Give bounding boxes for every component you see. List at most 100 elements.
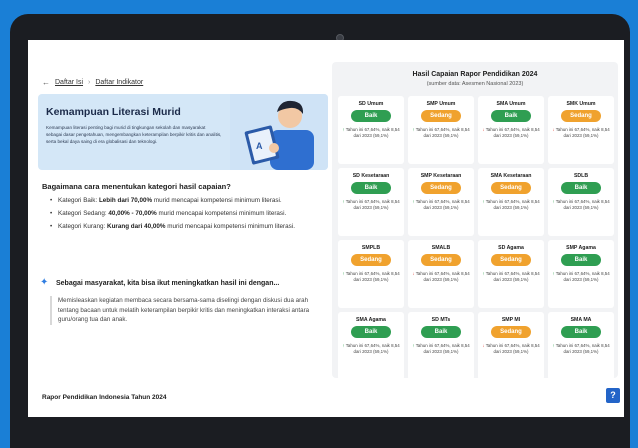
hero-title: Kemampuan Literasi Murid — [46, 106, 181, 118]
status-badge: Sedang — [421, 182, 461, 194]
result-card-note: ↑ Tahun ini 67,64%, naik 8,54 dari 2023 … — [551, 343, 611, 356]
category-list: Kategori Baik: Lebih dari 70,00% murid m… — [50, 196, 320, 235]
category-item-baik: Kategori Baik: Lebih dari 70,00% murid m… — [50, 196, 320, 205]
category-item-sedang: Kategori Sedang: 40,00% - 70,00% murid m… — [50, 209, 320, 218]
result-card[interactable]: SMPLB Sedang ↑ Tahun ini 67,64%, naik 8,54… — [338, 240, 404, 308]
result-card-name: SDLB — [573, 173, 589, 179]
result-card-name: SMPLB — [361, 245, 381, 251]
result-card[interactable]: SMALB Sedang ↓ Tahun ini 67,64%, naik 8,54… — [408, 240, 474, 308]
result-card[interactable]: SD Umum Baik ↑ Tahun ini 67,64%, naik 8,54… — [338, 96, 404, 164]
sparkle-icon: ✦ — [40, 277, 49, 288]
result-card-note: ↑ Tahun ini 67,64%, naik 8,54 dari 2023 … — [411, 127, 471, 140]
svg-text:A: A — [256, 141, 263, 151]
community-section-title: Sebagai masyarakat, kita bisa ikut menin… — [56, 279, 280, 287]
category-item-kurang: Kategori Kurang: Kurang dari 40,00% muri… — [50, 222, 320, 231]
result-card-note-text: Tahun ini 67,64%, naik 8,54 dari 2023 (5… — [485, 343, 540, 355]
result-card-note-text: Tahun ini 67,64%, naik 8,54 dari 2023 (5… — [345, 199, 400, 211]
result-card-note: ↑ Tahun ini 67,64%, naik 8,54 dari 2023 … — [341, 127, 401, 140]
status-badge: Baik — [351, 182, 391, 194]
community-section-header: ✦ Sebagai masyarakat, kita bisa ikut men… — [40, 278, 330, 288]
result-card-note: ↓ Tahun ini 67,64%, naik 8,54 dari 2023 … — [481, 127, 541, 140]
hero-banner: Kemampuan Literasi Murid Kemampuan liter… — [38, 94, 328, 170]
footer-title: Rapor Pendidikan Indonesia Tahun 2024 — [42, 394, 167, 401]
result-card-note: ↑ Tahun ini 67,64%, naik 8,54 dari 2023 … — [411, 199, 471, 212]
result-card-note-text: Tahun ini 67,64%, naik 8,54 dari 2023 (5… — [555, 343, 610, 355]
result-card-note-text: Tahun ini 67,64%, naik 8,54 dari 2023 (5… — [345, 271, 400, 283]
result-card-note: ↑ Tahun ini 67,64%, naik 8,54 dari 2023 … — [551, 271, 611, 284]
breadcrumb-daftar-isi[interactable]: Daftar Isi — [55, 79, 83, 86]
result-card-note-text: Tahun ini 67,64%, naik 8,54 dari 2023 (5… — [415, 127, 470, 139]
status-badge: Baik — [351, 326, 391, 338]
result-card[interactable]: SD MTs Baik ↑ Tahun ini 67,64%, naik 8,54 … — [408, 312, 474, 380]
result-card[interactable]: SMP MI Sedang ↓ Tahun ini 67,64%, naik 8,5… — [478, 312, 544, 380]
result-card-name: SMA MA — [570, 317, 592, 323]
result-card-name: SD Agama — [498, 245, 524, 251]
status-badge: Baik — [351, 110, 391, 122]
status-badge: Baik — [561, 182, 601, 194]
breadcrumb-separator: › — [88, 79, 91, 86]
result-card-name: SMA Umum — [496, 101, 526, 107]
status-badge: Sedang — [561, 110, 601, 122]
result-card-name: SD Umum — [358, 101, 384, 107]
result-card[interactable]: SMK Umum Sedang ↓ Tahun ini 67,64%, naik 8… — [548, 96, 614, 164]
result-card-note: ↑ Tahun ini 67,64%, naik 8,54 dari 2023 … — [341, 271, 401, 284]
result-card-name: SD Kesetaraan — [352, 173, 390, 179]
result-card-note-text: Tahun ini 67,64%, naik 8,54 dari 2023 (5… — [415, 199, 470, 211]
result-card-note: ↓ Tahun ini 67,64%, naik 8,54 dari 2023 … — [481, 343, 541, 356]
result-card-note-text: Tahun ini 67,64%, naik 8,54 dari 2023 (5… — [485, 127, 540, 139]
result-card-note-text: Tahun ini 67,64%, naik 8,54 dari 2023 (5… — [555, 127, 610, 139]
result-card-name: SMP Agama — [566, 245, 596, 251]
result-card-note: ↓ Tahun ini 67,64%, naik 8,54 dari 2023 … — [411, 271, 471, 284]
status-badge: Baik — [561, 254, 601, 266]
result-card[interactable]: SMP Agama Baik ↑ Tahun ini 67,64%, naik 8,… — [548, 240, 614, 308]
result-card-note-text: Tahun ini 67,64%, naik 8,54 dari 2023 (5… — [485, 199, 540, 211]
community-section-body: Memisleaskan kegiatan membaca secara ber… — [50, 296, 320, 325]
breadcrumb-daftar-indikator[interactable]: Daftar Indikator — [95, 79, 143, 86]
result-card-note-text: Tahun ini 67,64%, naik 8,54 dari 2023 (5… — [415, 271, 470, 283]
help-button[interactable]: ? — [606, 388, 620, 403]
result-card[interactable]: SMA Umum Baik ↓ Tahun ini 67,64%, naik 8,5… — [478, 96, 544, 164]
breadcrumb: ← Daftar Isi › Daftar Indikator — [42, 78, 143, 87]
result-card-note-text: Tahun ini 67,64%, naik 8,54 dari 2023 (5… — [345, 127, 400, 139]
result-card[interactable]: SD Agama Sedang ↑ Tahun ini 67,64%, naik 8… — [478, 240, 544, 308]
result-card[interactable]: SMA MA Baik ↑ Tahun ini 67,64%, naik 8,54 … — [548, 312, 614, 380]
result-card-name: SMK Umum — [566, 101, 596, 107]
result-card-name: SMP Kesetaraan — [420, 173, 462, 179]
screen: ← Daftar Isi › Daftar Indikator Kemampua… — [28, 40, 624, 417]
status-badge: Baik — [561, 326, 601, 338]
result-card[interactable]: SMP Umum Sedang ↑ Tahun ini 67,64%, naik 8… — [408, 96, 474, 164]
status-badge: Baik — [491, 110, 531, 122]
status-badge: Sedang — [491, 326, 531, 338]
result-card-note: ↑ Tahun ini 67,64%, naik 8,54 dari 2023 … — [551, 199, 611, 212]
status-badge: Baik — [421, 326, 461, 338]
category-question-title: Bagaimana cara menentukan kategori hasil… — [42, 182, 231, 191]
result-card-name: SMA Agama — [356, 317, 386, 323]
result-card-note-text: Tahun ini 67,64%, naik 8,54 dari 2023 (5… — [555, 199, 610, 211]
result-card-note: ↑ Tahun ini 67,64%, naik 8,54 dari 2023 … — [481, 199, 541, 212]
result-card[interactable]: SMA Kesetaraan Sedang ↑ Tahun ini 67,64%, … — [478, 168, 544, 236]
hero-description: Kemampuan literasi penting bagi murid di… — [46, 125, 222, 144]
result-card[interactable]: SMA Agama Baik ↑ Tahun ini 67,64%, naik 8,… — [338, 312, 404, 380]
reading-person-illustration: A — [230, 94, 328, 170]
result-card-name: SMP Umum — [426, 101, 456, 107]
result-card-note: ↑ Tahun ini 67,64%, naik 8,54 dari 2023 … — [341, 199, 401, 212]
result-card-note-text: Tahun ini 67,64%, naik 8,54 dari 2023 (5… — [345, 343, 400, 355]
result-card[interactable]: SDLB Baik ↑ Tahun ini 67,64%, naik 8,54 da… — [548, 168, 614, 236]
result-card-note: ↑ Tahun ini 67,64%, naik 8,54 dari 2023 … — [481, 271, 541, 284]
status-badge: Sedang — [421, 110, 461, 122]
result-card-note: ↑ Tahun ini 67,64%, naik 8,54 dari 2023 … — [341, 343, 401, 356]
status-badge: Sedang — [491, 182, 531, 194]
result-card-note-text: Tahun ini 67,64%, naik 8,54 dari 2023 (5… — [555, 271, 610, 283]
results-subtitle: (sumber data: Asesmen Nasional 2023) — [426, 81, 524, 87]
arrow-left-icon[interactable]: ← — [42, 78, 50, 87]
results-grid: SD Umum Baik ↑ Tahun ini 67,64%, naik 8,54… — [338, 96, 614, 380]
result-card[interactable]: SMP Kesetaraan Sedang ↑ Tahun ini 67,64%, … — [408, 168, 474, 236]
result-card-name: SMALB — [431, 245, 451, 251]
status-badge: Sedang — [491, 254, 531, 266]
left-panel: ← Daftar Isi › Daftar Indikator Kemampua… — [28, 40, 332, 417]
result-card[interactable]: SD Kesetaraan Baik ↑ Tahun ini 67,64%, nai… — [338, 168, 404, 236]
result-card-note-text: Tahun ini 67,64%, naik 8,54 dari 2023 (5… — [415, 343, 470, 355]
result-card-note-text: Tahun ini 67,64%, naik 8,54 dari 2023 (5… — [485, 271, 540, 283]
result-card-name: SD MTs — [431, 317, 451, 323]
result-card-note: ↓ Tahun ini 67,64%, naik 8,54 dari 2023 … — [551, 127, 611, 140]
